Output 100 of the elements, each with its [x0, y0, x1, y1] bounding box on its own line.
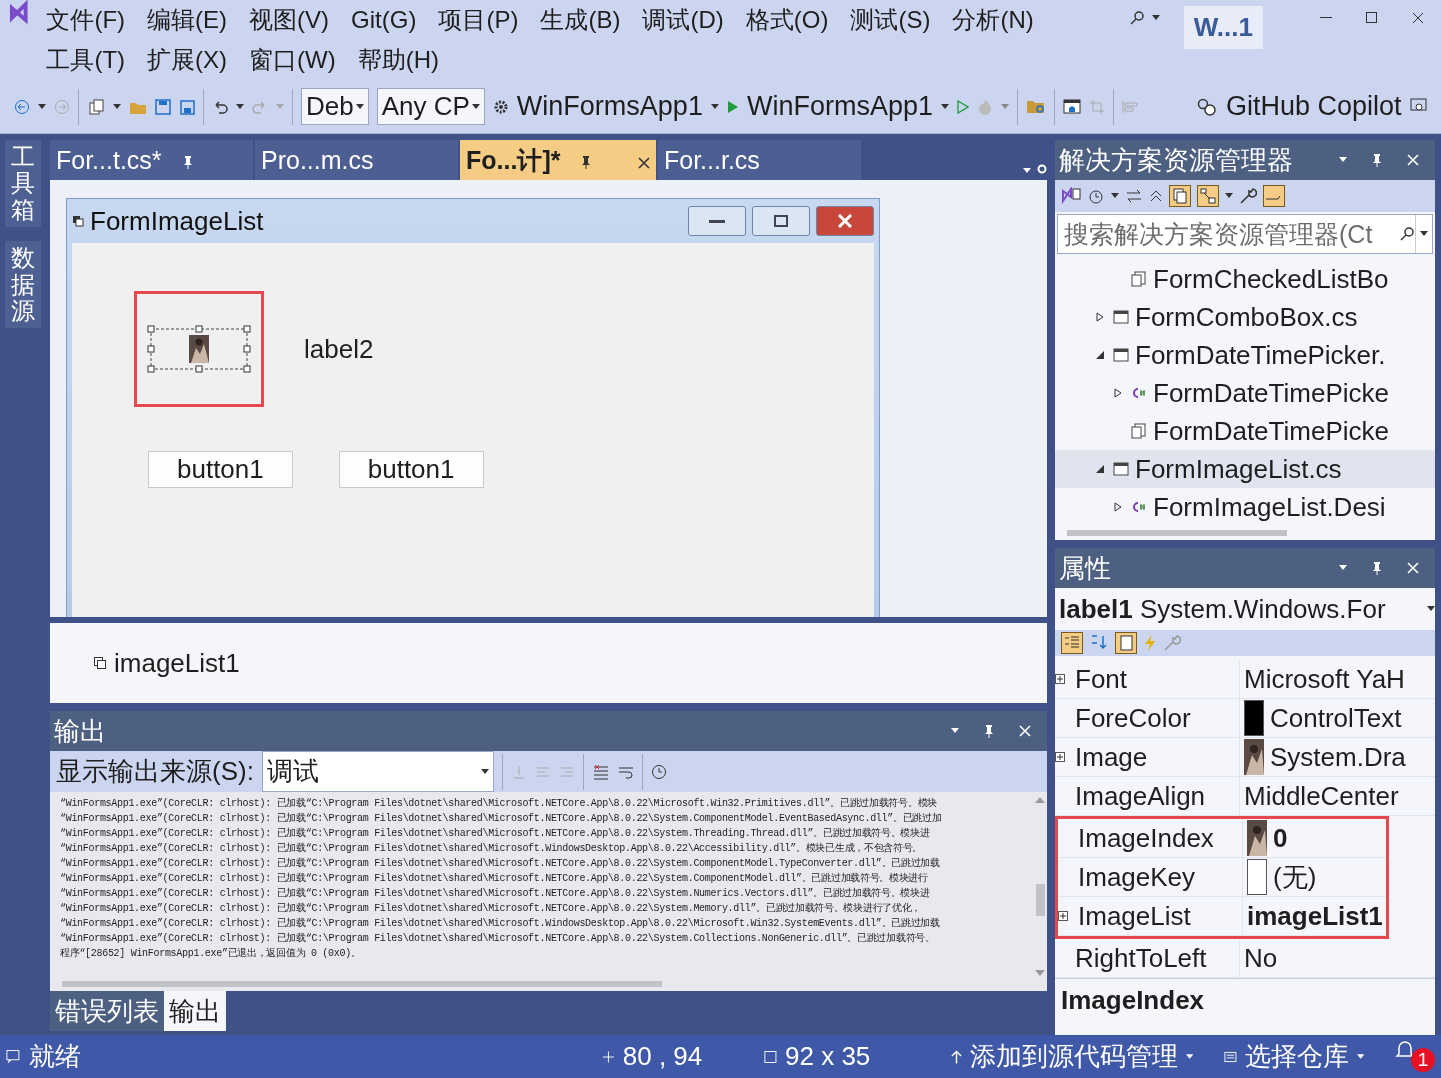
sync-icon[interactable] [1125, 189, 1143, 203]
property-value[interactable]: 0 [1273, 822, 1288, 854]
expanded-arrow-icon[interactable] [1095, 350, 1105, 360]
window-home-icon[interactable] [1062, 97, 1081, 116]
property-value[interactable]: ControlText [1270, 702, 1402, 734]
property-row[interactable]: ImageIndex 0 [1058, 819, 1386, 858]
startup-project-dropdown[interactable]: WinFormsApp1 [516, 91, 703, 122]
form-label[interactable]: label2 [304, 333, 374, 365]
close-icon[interactable] [638, 156, 650, 169]
copilot-icon[interactable] [1195, 96, 1218, 117]
tree-item[interactable]: FormImageList.cs [1055, 450, 1435, 488]
platform-dropdown[interactable]: Any CP [376, 88, 485, 125]
expand-icon[interactable] [1058, 911, 1068, 921]
menu-item[interactable]: 测试(S) [847, 4, 934, 36]
expand-icon[interactable] [1055, 752, 1065, 762]
menu-item[interactable]: Git(G) [348, 6, 420, 34]
menu-item[interactable]: 工具(T) [43, 44, 129, 76]
property-row[interactable]: ImageKey (无) [1058, 858, 1386, 897]
panel-tab[interactable]: 错误列表 [50, 991, 164, 1031]
property-value[interactable]: imageList1 [1247, 900, 1383, 932]
configuration-dropdown[interactable]: Deb [301, 88, 369, 125]
minimize-button[interactable] [688, 206, 746, 236]
property-row[interactable]: Font Microsoft YaH [1055, 660, 1435, 699]
search-icon[interactable] [1130, 10, 1147, 26]
copilot-button[interactable]: GitHub Copilot [1225, 91, 1402, 122]
property-row[interactable]: ImageList imageList1 [1058, 897, 1386, 936]
property-row[interactable]: ForeColor ControlText [1055, 699, 1435, 738]
pin-icon[interactable] [1371, 153, 1383, 167]
collapse-all-icon[interactable] [1149, 189, 1163, 203]
tree-item[interactable]: FormDateTimePicke [1055, 412, 1435, 450]
notifications-button[interactable]: 1 [1394, 1039, 1435, 1074]
property-row[interactable]: ImageAlign MiddleCenter [1055, 777, 1435, 816]
gear-icon[interactable] [1037, 164, 1047, 174]
pin-icon[interactable] [983, 724, 995, 738]
undo-icon[interactable] [212, 98, 228, 115]
new-project-icon[interactable] [87, 97, 105, 116]
scrollbar-thumb[interactable] [1067, 530, 1287, 536]
tree-item[interactable]: FormCheckedListBo [1055, 260, 1435, 298]
menu-item[interactable]: 文件(F) [43, 4, 129, 36]
tray-component[interactable]: imageList1 [114, 647, 240, 679]
document-tab[interactable]: Fo...计]* [460, 140, 658, 180]
menu-item[interactable]: 项目(P) [435, 4, 522, 36]
run-button[interactable]: WinFormsApp1 [746, 91, 933, 122]
property-value[interactable]: MiddleCenter [1244, 780, 1399, 812]
property-row[interactable]: Image System.Dra [1055, 738, 1435, 777]
document-tab[interactable]: Pro...m.cs [255, 140, 460, 180]
search-icon[interactable] [1399, 226, 1415, 242]
close-button[interactable] [816, 206, 874, 236]
properties-icon[interactable] [1115, 632, 1137, 654]
menu-item[interactable]: 扩展(X) [144, 44, 231, 76]
tree-item[interactable]: FormDateTimePicker. [1055, 336, 1435, 374]
property-row[interactable]: RightToLeft No [1055, 939, 1435, 978]
selected-label[interactable] [147, 325, 251, 373]
panel-tab[interactable]: 输出 [164, 991, 226, 1031]
menu-item[interactable]: 生成(B) [537, 4, 624, 36]
search-field[interactable]: 搜索解决方案资源管理器(Ct [1057, 214, 1433, 254]
back-icon[interactable] [14, 98, 30, 115]
tree-item[interactable]: FormImageList.Desi [1055, 488, 1435, 526]
property-value[interactable]: (无) [1273, 859, 1317, 895]
maximize-button[interactable] [752, 206, 810, 236]
source-control-button[interactable]: 添加到源代码管理 [969, 1039, 1178, 1074]
repository-button[interactable]: 选择仓库 [1244, 1039, 1349, 1074]
collapsed-arrow-icon[interactable] [1113, 388, 1123, 398]
save-all-icon[interactable] [179, 98, 195, 115]
solution-name-badge[interactable]: W...1 [1183, 6, 1263, 49]
output-source-dropdown[interactable]: 调试 [261, 751, 494, 792]
pin-icon[interactable] [580, 154, 593, 169]
collapsed-arrow-icon[interactable] [1113, 502, 1123, 512]
menu-item[interactable]: 分析(N) [949, 4, 1037, 36]
side-tab[interactable]: 工具箱 [5, 140, 41, 228]
menu-item[interactable]: 视图(V) [246, 4, 333, 36]
clock-icon[interactable] [650, 763, 667, 780]
tree-view-icon[interactable] [1197, 185, 1219, 207]
expanded-arrow-icon[interactable] [1095, 464, 1105, 474]
menu-item[interactable]: 帮助(H) [354, 44, 443, 76]
property-value[interactable]: No [1244, 942, 1278, 974]
wrench-icon[interactable] [1239, 187, 1257, 205]
pin-icon[interactable] [1371, 561, 1383, 575]
history-icon[interactable] [1087, 187, 1105, 205]
categorized-icon[interactable] [1061, 632, 1083, 654]
property-value[interactable]: System.Dra [1270, 741, 1406, 773]
document-tab[interactable]: For...r.cs [658, 140, 863, 180]
menu-item[interactable]: 编辑(E) [144, 4, 231, 36]
form-button[interactable]: button1 [338, 451, 484, 488]
tree-item[interactable]: FormComboBox.cs [1055, 298, 1435, 336]
tree-item[interactable]: FormDateTimePicke [1055, 374, 1435, 412]
form-button[interactable]: button1 [148, 451, 293, 488]
save-icon[interactable] [155, 98, 171, 115]
expand-icon[interactable] [1055, 674, 1065, 684]
scrollbar-thumb[interactable] [1035, 884, 1045, 916]
show-all-files-icon[interactable] [1169, 185, 1191, 207]
property-value[interactable]: Microsoft YaH [1244, 663, 1405, 695]
clear-all-icon[interactable] [591, 763, 610, 780]
scrollbar-thumb[interactable] [62, 981, 662, 987]
menu-item[interactable]: 窗口(W) [246, 44, 339, 76]
document-tab[interactable]: For...t.cs* [50, 140, 255, 180]
preview-icon[interactable] [1263, 185, 1285, 207]
menu-item[interactable]: 格式(O) [742, 4, 832, 36]
vs-switch-icon[interactable] [1061, 187, 1081, 205]
collapsed-arrow-icon[interactable] [1095, 312, 1105, 322]
